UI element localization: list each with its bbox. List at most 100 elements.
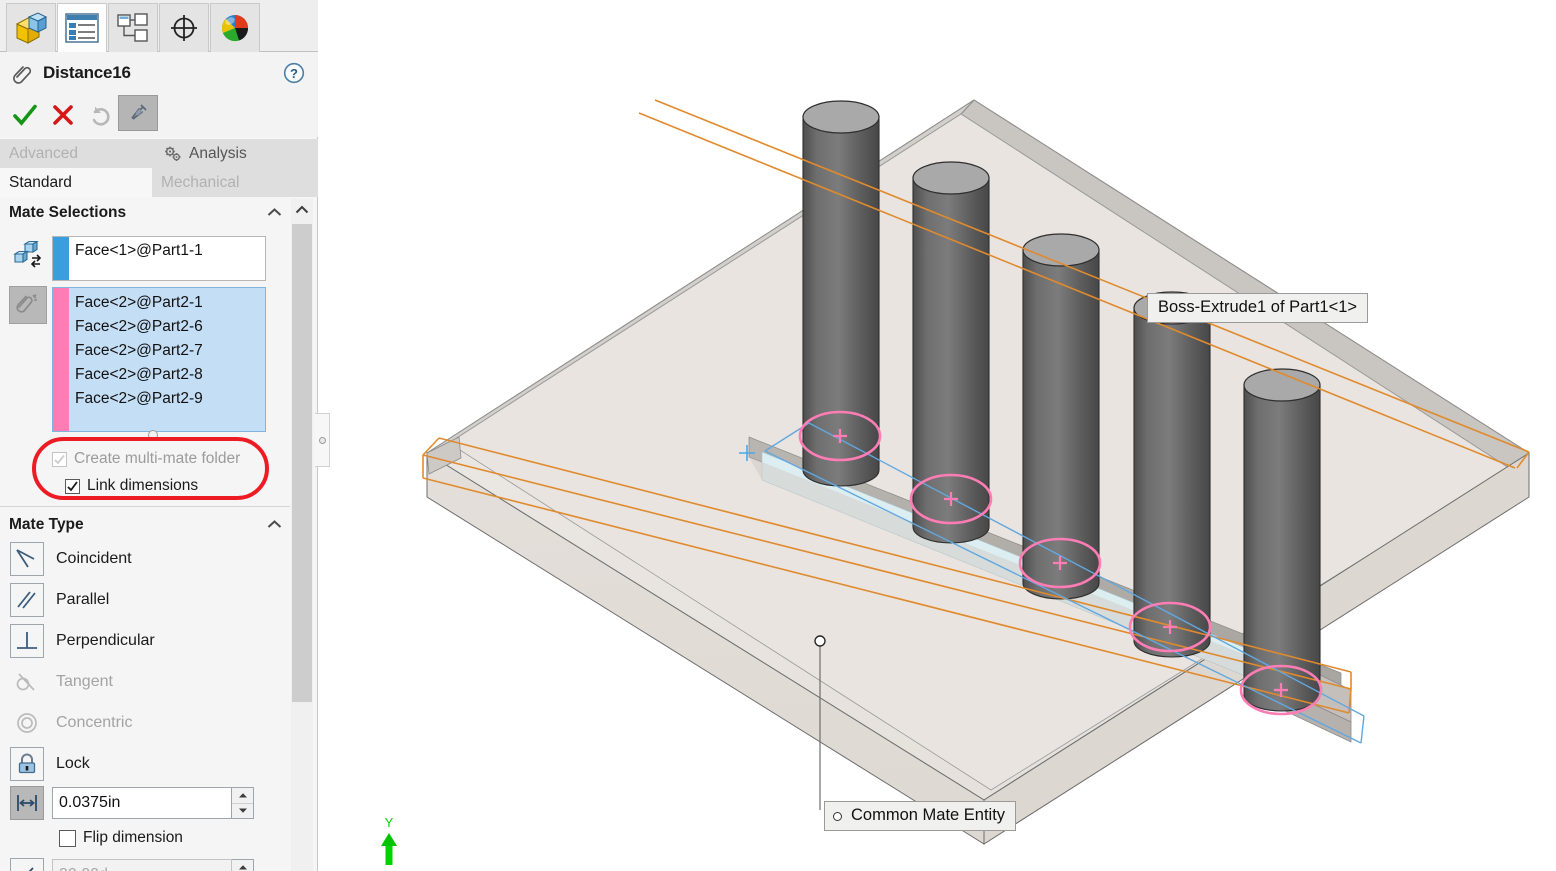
model-3d-scene bbox=[422, 99, 1530, 845]
mate-type-perpendicular-label: Perpendicular bbox=[56, 631, 155, 649]
mate-type-concentric-label: Concentric bbox=[56, 713, 133, 731]
property-manager-panel: Distance16 ? Advanced Analysis Standard … bbox=[0, 0, 318, 871]
scrollbar-thumb[interactable] bbox=[292, 224, 312, 702]
stepper-up-icon bbox=[232, 860, 253, 871]
chevron-up-icon-mate-type[interactable] bbox=[267, 517, 282, 535]
secondary-selection-color-bar bbox=[53, 288, 69, 431]
splitter-dot-icon bbox=[318, 436, 326, 444]
perpendicular-icon bbox=[10, 623, 44, 658]
list-item[interactable]: Face<2>@Part2-6 bbox=[75, 315, 265, 339]
list-item[interactable]: Face<2>@Part2-8 bbox=[75, 363, 265, 387]
checkbox-box bbox=[65, 478, 80, 494]
tangent-icon bbox=[10, 665, 44, 699]
cylinder-1 bbox=[802, 100, 880, 487]
parallel-icon bbox=[10, 582, 44, 617]
link-dimensions-checkbox[interactable]: Link dimensions bbox=[65, 477, 198, 495]
undo-arrow-icon bbox=[82, 97, 120, 133]
angle-mate-row: 30.00d bbox=[10, 856, 290, 871]
mate-type-parallel-label: Parallel bbox=[56, 590, 110, 608]
cancel-x-icon[interactable] bbox=[44, 97, 82, 133]
list-item[interactable]: Face<2>@Part2-7 bbox=[75, 339, 265, 363]
panel-splitter-handle[interactable] bbox=[315, 413, 330, 467]
pin-icon[interactable] bbox=[118, 95, 158, 131]
distance-mate-row: 0.0375in bbox=[10, 784, 290, 822]
page-title: Distance16 bbox=[43, 63, 131, 82]
tab-mechanical-mates[interactable]: Mechanical bbox=[152, 168, 318, 197]
flip-dimension-checkbox[interactable]: Flip dimension bbox=[59, 829, 183, 847]
tab-property-manager[interactable] bbox=[57, 3, 107, 53]
tab-feature-manager[interactable] bbox=[6, 3, 56, 52]
multiple-mate-mode-icon[interactable] bbox=[9, 286, 47, 324]
panel-title-row: Distance16 ? bbox=[0, 52, 318, 93]
distance-stepper[interactable] bbox=[232, 787, 254, 819]
checkbox-box bbox=[59, 829, 76, 847]
mate-type-tangent: Tangent bbox=[10, 661, 286, 702]
lock-icon bbox=[10, 746, 44, 781]
tab-configuration-manager[interactable] bbox=[108, 3, 158, 52]
help-question-icon[interactable]: ? bbox=[283, 62, 305, 89]
paperclip-mate-icon bbox=[13, 64, 35, 89]
create-multi-mate-folder-checkbox: Create multi-mate folder bbox=[52, 450, 240, 468]
svg-text:Y: Y bbox=[385, 815, 394, 830]
mate-type-tangent-label: Tangent bbox=[56, 672, 113, 690]
angle-value-input: 30.00d bbox=[52, 859, 232, 871]
tab-standard-label: Standard bbox=[9, 173, 72, 191]
mate-type-perpendicular[interactable]: Perpendicular bbox=[10, 620, 286, 661]
mate-type-parallel[interactable]: Parallel bbox=[10, 579, 286, 620]
distance-icon[interactable] bbox=[10, 786, 44, 820]
tab-advanced-label: Advanced bbox=[9, 144, 78, 162]
panel-scrollbar[interactable] bbox=[291, 199, 313, 871]
secondary-mate-entity-list[interactable]: Face<2>@Part2-1 Face<2>@Part2-6 Face<2>@… bbox=[52, 287, 266, 432]
mate-type-lock[interactable]: Lock bbox=[10, 743, 286, 784]
panel-action-row bbox=[0, 93, 318, 137]
tab-mechanical-label: Mechanical bbox=[161, 173, 240, 191]
mate-selections-section-header: Mate Selections bbox=[0, 199, 290, 226]
section-divider bbox=[0, 506, 290, 507]
graphics-viewport[interactable]: Boss-Extrude1 of Part1<1> Common Mate En… bbox=[319, 0, 1556, 871]
list-item[interactable]: Face<2>@Part2-1 bbox=[75, 291, 265, 315]
tab-analysis[interactable]: Analysis bbox=[154, 139, 318, 168]
tab-dimxpert-manager[interactable] bbox=[159, 3, 209, 52]
scrollbar-up-arrow-icon[interactable] bbox=[291, 199, 313, 221]
tab-advanced-mates[interactable]: Advanced bbox=[0, 139, 154, 168]
link-dimensions-label: Link dimensions bbox=[87, 477, 199, 494]
mate-entity-point-icon bbox=[833, 812, 842, 821]
primary-mate-entity-field[interactable]: Face<1>@Part1-1 bbox=[52, 236, 266, 281]
common-mate-entity-callout[interactable]: Common Mate Entity bbox=[824, 801, 1017, 831]
primary-selection-value: Face<1>@Part1-1 bbox=[75, 242, 203, 259]
list-resize-grip[interactable] bbox=[148, 430, 158, 440]
mate-type-concentric: Concentric bbox=[10, 702, 286, 743]
boss-extrude-callout[interactable]: Boss-Extrude1 of Part1<1> bbox=[1147, 293, 1369, 323]
coincident-icon bbox=[10, 541, 44, 576]
tab-display-manager[interactable] bbox=[210, 3, 260, 52]
mate-type-section-header: Mate Type bbox=[0, 511, 290, 538]
mate-category-tabs: Advanced Analysis Standard Mechanical bbox=[0, 139, 318, 199]
secondary-selection-items: Face<2>@Part2-1 Face<2>@Part2-6 Face<2>@… bbox=[69, 288, 265, 431]
ok-check-icon[interactable] bbox=[6, 97, 44, 133]
primary-selection-color-bar bbox=[53, 237, 69, 280]
mate-selections-title: Mate Selections bbox=[9, 204, 127, 221]
common-mate-entity-label: Common Mate Entity bbox=[851, 806, 1006, 824]
flip-dimension-label: Flip dimension bbox=[83, 829, 183, 846]
svg-text:?: ? bbox=[290, 66, 298, 81]
mate-type-title: Mate Type bbox=[9, 516, 84, 533]
mate-type-lock-label: Lock bbox=[56, 754, 90, 772]
chevron-up-icon-mate-selections[interactable] bbox=[267, 205, 282, 223]
mate-type-coincident[interactable]: Coincident bbox=[10, 538, 286, 579]
gears-icon bbox=[163, 145, 183, 163]
stepper-down-icon[interactable] bbox=[232, 803, 253, 818]
list-item[interactable]: Face<2>@Part2-9 bbox=[75, 387, 265, 411]
entities-to-mate-icon[interactable] bbox=[10, 240, 46, 270]
tab-standard-mates[interactable]: Standard bbox=[0, 168, 152, 197]
angle-icon[interactable] bbox=[10, 858, 44, 871]
create-multi-mate-folder-label: Create multi-mate folder bbox=[74, 450, 241, 467]
distance-value-input[interactable]: 0.0375in bbox=[52, 787, 232, 819]
axis-triad: Y bbox=[369, 815, 409, 871]
angle-stepper bbox=[232, 859, 254, 871]
cylinder-5 bbox=[1243, 368, 1321, 712]
checkbox-box bbox=[52, 451, 67, 467]
stepper-up-icon[interactable] bbox=[232, 788, 253, 804]
concentric-icon bbox=[10, 706, 44, 740]
manager-tab-strip bbox=[0, 0, 318, 53]
mate-type-coincident-label: Coincident bbox=[56, 549, 132, 567]
